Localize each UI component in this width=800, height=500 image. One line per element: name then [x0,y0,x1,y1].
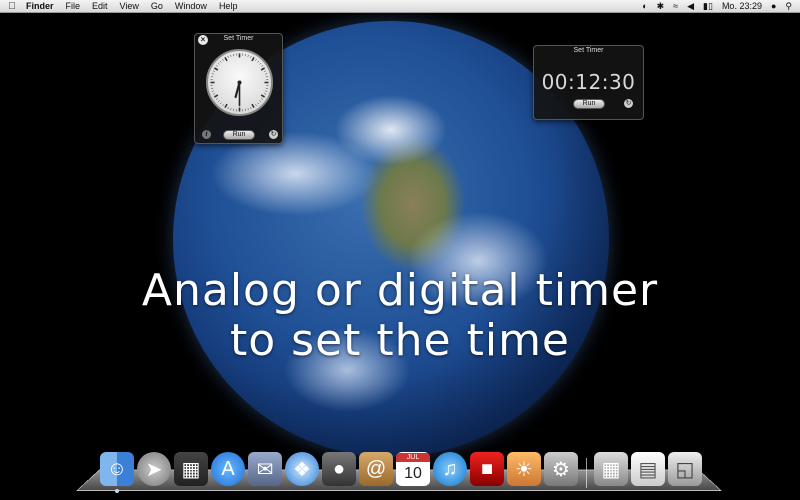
reset-icon[interactable]: ↻ [624,99,633,108]
menu-edit[interactable]: Edit [86,0,114,13]
clock-minute-tick [255,58,257,61]
clock-minute-tick [219,102,222,105]
wifi-icon[interactable]: ≈ [673,0,678,13]
app-store-icon[interactable]: A [211,452,245,486]
safari-icon[interactable]: ❖ [285,452,319,486]
clock-minute-tick [230,54,232,57]
clock-minute-tick [230,108,232,111]
spotlight-icon[interactable]: ⚲ [785,0,792,13]
clock-minute-tick [259,62,262,65]
clock-minute-tick [264,93,267,95]
clock-minute-tick [211,73,214,75]
calendar-icon[interactable]: JUL 10 [396,452,430,486]
system-preferences-icon[interactable]: ⚙ [544,452,578,486]
documents-stack-icon[interactable]: ▤ [631,452,665,486]
user-icon[interactable]: ● [771,0,776,13]
clock-minute-tick [222,58,224,61]
widget-title: Set Timer [573,47,604,54]
downloads-stack-icon[interactable]: ▦ [594,452,628,486]
finder-icon[interactable]: ☺ [100,452,134,486]
status-area: ◐ ✱ ≈ ◀ ▮▯ Mo. 23:29 ● ⚲ [642,0,800,13]
apple-menu-icon[interactable]:  [4,1,20,12]
clock-center [237,80,242,85]
clock-minute-tick [212,93,215,95]
clock-minute-tick [265,73,268,75]
trash-icon[interactable]: ◱ [668,452,702,486]
analog-run-button[interactable]: Run [223,130,255,140]
clock-hour-tick [224,56,228,62]
battery-icon[interactable]: ▮▯ [703,0,713,13]
clock-minute-tick [250,107,252,110]
clock-minute-tick [215,65,218,67]
dock: ☺ ➤ ▦ A ✉ ❖ ● @ JUL 10 ♫ ■ ☀ ⚙ ▦ ▤ ◱ [98,452,708,493]
clock-minute-tick [264,70,267,72]
promo-caption: Analog or digital timer to set the time [0,266,800,366]
clock-minute-tick [227,107,229,110]
itunes-icon[interactable]: ♫ [433,452,467,486]
digital-timer-widget[interactable]: Set Timer 00:12:30 Run ↻ [533,45,644,120]
menu-file[interactable]: File [60,0,87,13]
mail-stamp-icon[interactable]: ✉ [248,452,282,486]
photo-booth-icon[interactable]: ■ [470,452,504,486]
clock-minute-tick [222,104,224,107]
clock-minute-tick [217,100,220,103]
desktop [0,13,800,500]
clock-minute-tick [261,65,264,67]
dock-separator [586,458,587,488]
clock-svg [210,53,269,112]
clock-minute-tick [211,90,214,92]
info-icon[interactable]: i [202,130,211,139]
calendar-day: 10 [396,462,430,485]
mission-control-icon[interactable]: ▦ [174,452,208,486]
clock-minute-tick [265,90,268,92]
analog-clock-face[interactable] [206,49,273,116]
menu-window[interactable]: Window [169,0,213,13]
clock-hour-tick [260,94,266,98]
clock-minute-tick [261,98,264,100]
clock-minute-tick [247,108,249,111]
menu-bar:  Finder File Edit View Go Window Help ◐… [0,0,800,13]
reset-icon[interactable]: ↻ [269,130,278,139]
calendar-month: JUL [396,453,430,462]
volume-icon[interactable]: ◀ [687,0,694,13]
clock-minute-tick [259,100,262,103]
widget-title: Set Timer [223,35,254,42]
menu-view[interactable]: View [114,0,145,13]
analog-timer-widget[interactable]: × Set Timer i Run ↻ [194,33,283,144]
clock-minute-tick [219,60,222,63]
clock-minute-tick [215,98,218,100]
time-machine-icon[interactable]: ◐ [642,0,647,13]
clock-minute-tick [247,54,249,57]
clock-hour-tick [224,103,228,109]
facetime-icon[interactable]: ● [322,452,356,486]
clock-minute-tick [255,104,257,107]
clock-minute-tick [217,62,220,65]
clock-hour-tick [260,67,266,71]
clock-minute-tick [227,55,229,58]
clock-hour-tick [213,94,219,98]
menu-help[interactable]: Help [213,0,244,13]
address-book-icon[interactable]: @ [359,452,393,486]
running-indicator [115,489,119,493]
caption-line-1: Analog or digital timer [141,265,659,316]
clock-minute-tick [212,70,215,72]
menu-go[interactable]: Go [145,0,169,13]
clock-minute-tick [250,55,252,58]
launchpad-icon[interactable]: ➤ [137,452,171,486]
digital-run-button[interactable]: Run [573,99,605,109]
digital-time-display[interactable]: 00:12:30 [534,70,643,94]
clock-hour-tick [251,103,255,109]
menu-clock[interactable]: Mo. 23:29 [722,0,762,13]
clock-minute-tick [257,102,260,105]
menu-app-name[interactable]: Finder [20,0,60,13]
clock-minute-tick [257,60,260,63]
bluetooth-icon[interactable]: ✱ [657,0,665,13]
clock-hour-tick [251,56,255,62]
caption-line-2: to set the time [230,315,570,366]
iphoto-icon[interactable]: ☀ [507,452,541,486]
clock-hour-tick [213,67,219,71]
